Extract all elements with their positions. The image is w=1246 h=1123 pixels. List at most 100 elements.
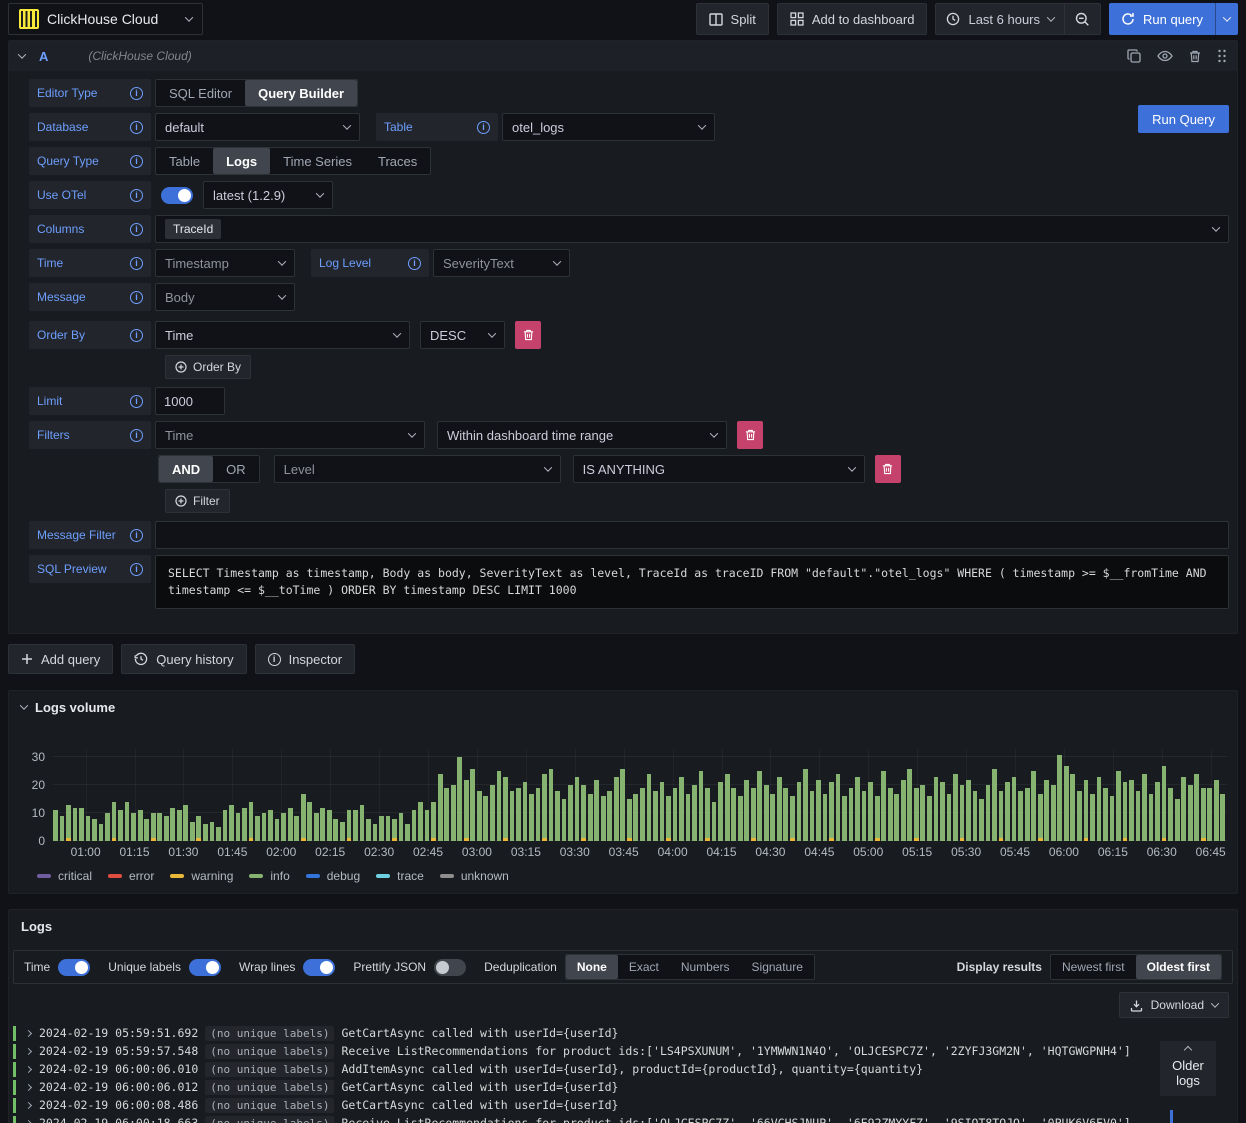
time-toggle[interactable] [58, 958, 91, 976]
info-icon[interactable]: i [130, 428, 143, 442]
panel-run-query-button[interactable]: Run Query [1138, 105, 1229, 133]
option-query-builder[interactable]: Query Builder [245, 80, 358, 106]
message-filter-input[interactable] [155, 521, 1229, 549]
add-order-by-button[interactable]: Order By [165, 355, 252, 379]
option-time-series[interactable]: Time Series [270, 148, 365, 174]
prettify-json-toggle[interactable] [434, 958, 467, 976]
legend-item-info[interactable]: info [249, 869, 290, 883]
logs-volume-plot[interactable] [53, 749, 1227, 841]
logs-controls-bar: Time Unique labels Wrap lines Prettify J… [13, 950, 1233, 984]
info-icon[interactable]: i [130, 154, 143, 168]
time-column-select[interactable]: Timestamp [155, 249, 295, 277]
query-history-button[interactable]: Query history [121, 644, 247, 674]
option-or[interactable]: OR [213, 456, 259, 482]
info-icon[interactable]: i [130, 290, 143, 304]
order-by-direction-select[interactable]: DESC [420, 321, 505, 349]
column-chip[interactable]: TraceId [165, 219, 222, 239]
info-icon[interactable]: i [130, 222, 143, 236]
info-icon[interactable]: i [130, 328, 143, 342]
info-icon[interactable]: i [477, 120, 490, 134]
database-select[interactable]: default [155, 113, 360, 141]
info-icon[interactable]: i [130, 394, 143, 408]
legend-item-trace[interactable]: trace [376, 869, 424, 883]
log-row[interactable]: 2024-02-19 06:00:08.486 (no unique labels… [13, 1096, 1237, 1114]
remove-sub-filter-button[interactable] [874, 455, 901, 483]
expand-chevron-icon[interactable] [24, 1101, 33, 1109]
option-exact[interactable]: Exact [618, 955, 670, 979]
sub-filter-field-select[interactable]: Level [273, 455, 561, 483]
run-query-button[interactable]: Run query [1109, 3, 1215, 35]
legend-item-unknown[interactable]: unknown [439, 869, 509, 883]
order-by-label: Order By i [29, 321, 151, 349]
info-icon[interactable]: i [130, 86, 143, 100]
remove-filter-button[interactable] [737, 421, 763, 449]
info-icon[interactable]: i [408, 256, 421, 270]
option-logs[interactable]: Logs [213, 148, 271, 174]
add-to-dashboard-button[interactable]: Add to dashboard [776, 3, 928, 35]
log-level-select[interactable]: SeverityText [433, 249, 570, 277]
legend-item-warning[interactable]: warning [170, 869, 233, 883]
older-logs-button[interactable]: Older logs [1160, 1041, 1216, 1096]
limit-input[interactable] [155, 387, 225, 415]
filter-operator-select[interactable]: Within dashboard time range [437, 421, 727, 449]
delete-query-icon[interactable] [1189, 50, 1201, 63]
log-row[interactable]: 2024-02-19 05:59:57.548 (no unique labels… [13, 1042, 1237, 1060]
drag-handle-icon[interactable] [1217, 49, 1227, 63]
expand-chevron-icon[interactable] [24, 1029, 33, 1037]
chevron-down-icon [487, 329, 497, 338]
legend-item-error[interactable]: error [108, 869, 154, 883]
info-icon[interactable]: i [130, 188, 143, 202]
info-icon[interactable]: i [130, 528, 143, 542]
add-filter-button[interactable]: Filter [165, 489, 230, 513]
option-table[interactable]: Table [156, 148, 213, 174]
log-row[interactable]: 2024-02-19 06:00:18.663 (no unique labels… [13, 1114, 1237, 1123]
info-icon[interactable]: i [130, 256, 143, 270]
option-signature[interactable]: Signature [741, 955, 814, 979]
legend-item-critical[interactable]: critical [37, 869, 92, 883]
option-numbers[interactable]: Numbers [670, 955, 741, 979]
log-level-label: Log Level i [311, 249, 429, 277]
option-oldest-first[interactable]: Oldest first [1135, 955, 1221, 979]
log-row[interactable]: 2024-02-19 06:00:06.010 (no unique labels… [13, 1060, 1237, 1078]
split-button[interactable]: Split [695, 3, 769, 35]
table-label: Table i [376, 113, 498, 141]
hide-query-eye-icon[interactable] [1157, 50, 1173, 62]
zoom-out-button[interactable] [1064, 4, 1100, 34]
inspector-button[interactable]: i Inspector [254, 644, 356, 674]
expand-chevron-icon[interactable] [24, 1119, 33, 1123]
legend-item-debug[interactable]: debug [305, 869, 360, 883]
sub-filter-operator-select[interactable]: IS ANYTHING [572, 455, 865, 483]
option-none[interactable]: None [565, 955, 618, 979]
order-by-field-select[interactable]: Time [155, 321, 410, 349]
option-and[interactable]: AND [159, 456, 214, 482]
query-header[interactable]: A (ClickHouse Cloud) [9, 41, 1237, 71]
message-column-select[interactable]: Body [155, 283, 295, 311]
use-otel-toggle[interactable] [161, 186, 193, 204]
unique-labels-toggle[interactable] [188, 958, 221, 976]
option-newest-first[interactable]: Newest first [1051, 955, 1136, 979]
duplicate-query-icon[interactable] [1127, 49, 1141, 63]
otel-version-select[interactable]: latest (1.2.9) [203, 181, 333, 209]
x-axis: 01:00 01:15 01:30 01:45 02:00 02:15 02:30 02:45… [53, 845, 1227, 861]
datasource-picker[interactable]: ClickHouse Cloud [8, 3, 203, 35]
time-range-button[interactable]: Last 6 hours [936, 4, 1064, 34]
table-select[interactable]: otel_logs [502, 113, 715, 141]
info-icon[interactable]: i [130, 120, 143, 134]
expand-chevron-icon[interactable] [24, 1065, 33, 1073]
wrap-lines-toggle[interactable] [303, 958, 336, 976]
option-sql-editor[interactable]: SQL Editor [156, 80, 245, 106]
log-row[interactable]: 2024-02-19 05:59:51.692 (no unique labels… [13, 1024, 1237, 1042]
log-level-bar [13, 1043, 16, 1059]
log-row[interactable]: 2024-02-19 06:00:06.012 (no unique labels… [13, 1078, 1237, 1096]
option-traces[interactable]: Traces [365, 148, 430, 174]
add-query-button[interactable]: Add query [8, 644, 114, 674]
expand-chevron-icon[interactable] [24, 1047, 33, 1055]
info-icon[interactable]: i [130, 562, 143, 576]
columns-multiselect[interactable]: TraceId [155, 215, 1229, 243]
run-query-dropdown-button[interactable] [1215, 3, 1238, 35]
logs-volume-header[interactable]: Logs volume [9, 691, 1237, 723]
filter-field-select[interactable]: Time [155, 421, 425, 449]
download-button[interactable]: Download [1118, 992, 1229, 1018]
expand-chevron-icon[interactable] [24, 1083, 33, 1091]
remove-order-by-button[interactable] [515, 321, 541, 349]
